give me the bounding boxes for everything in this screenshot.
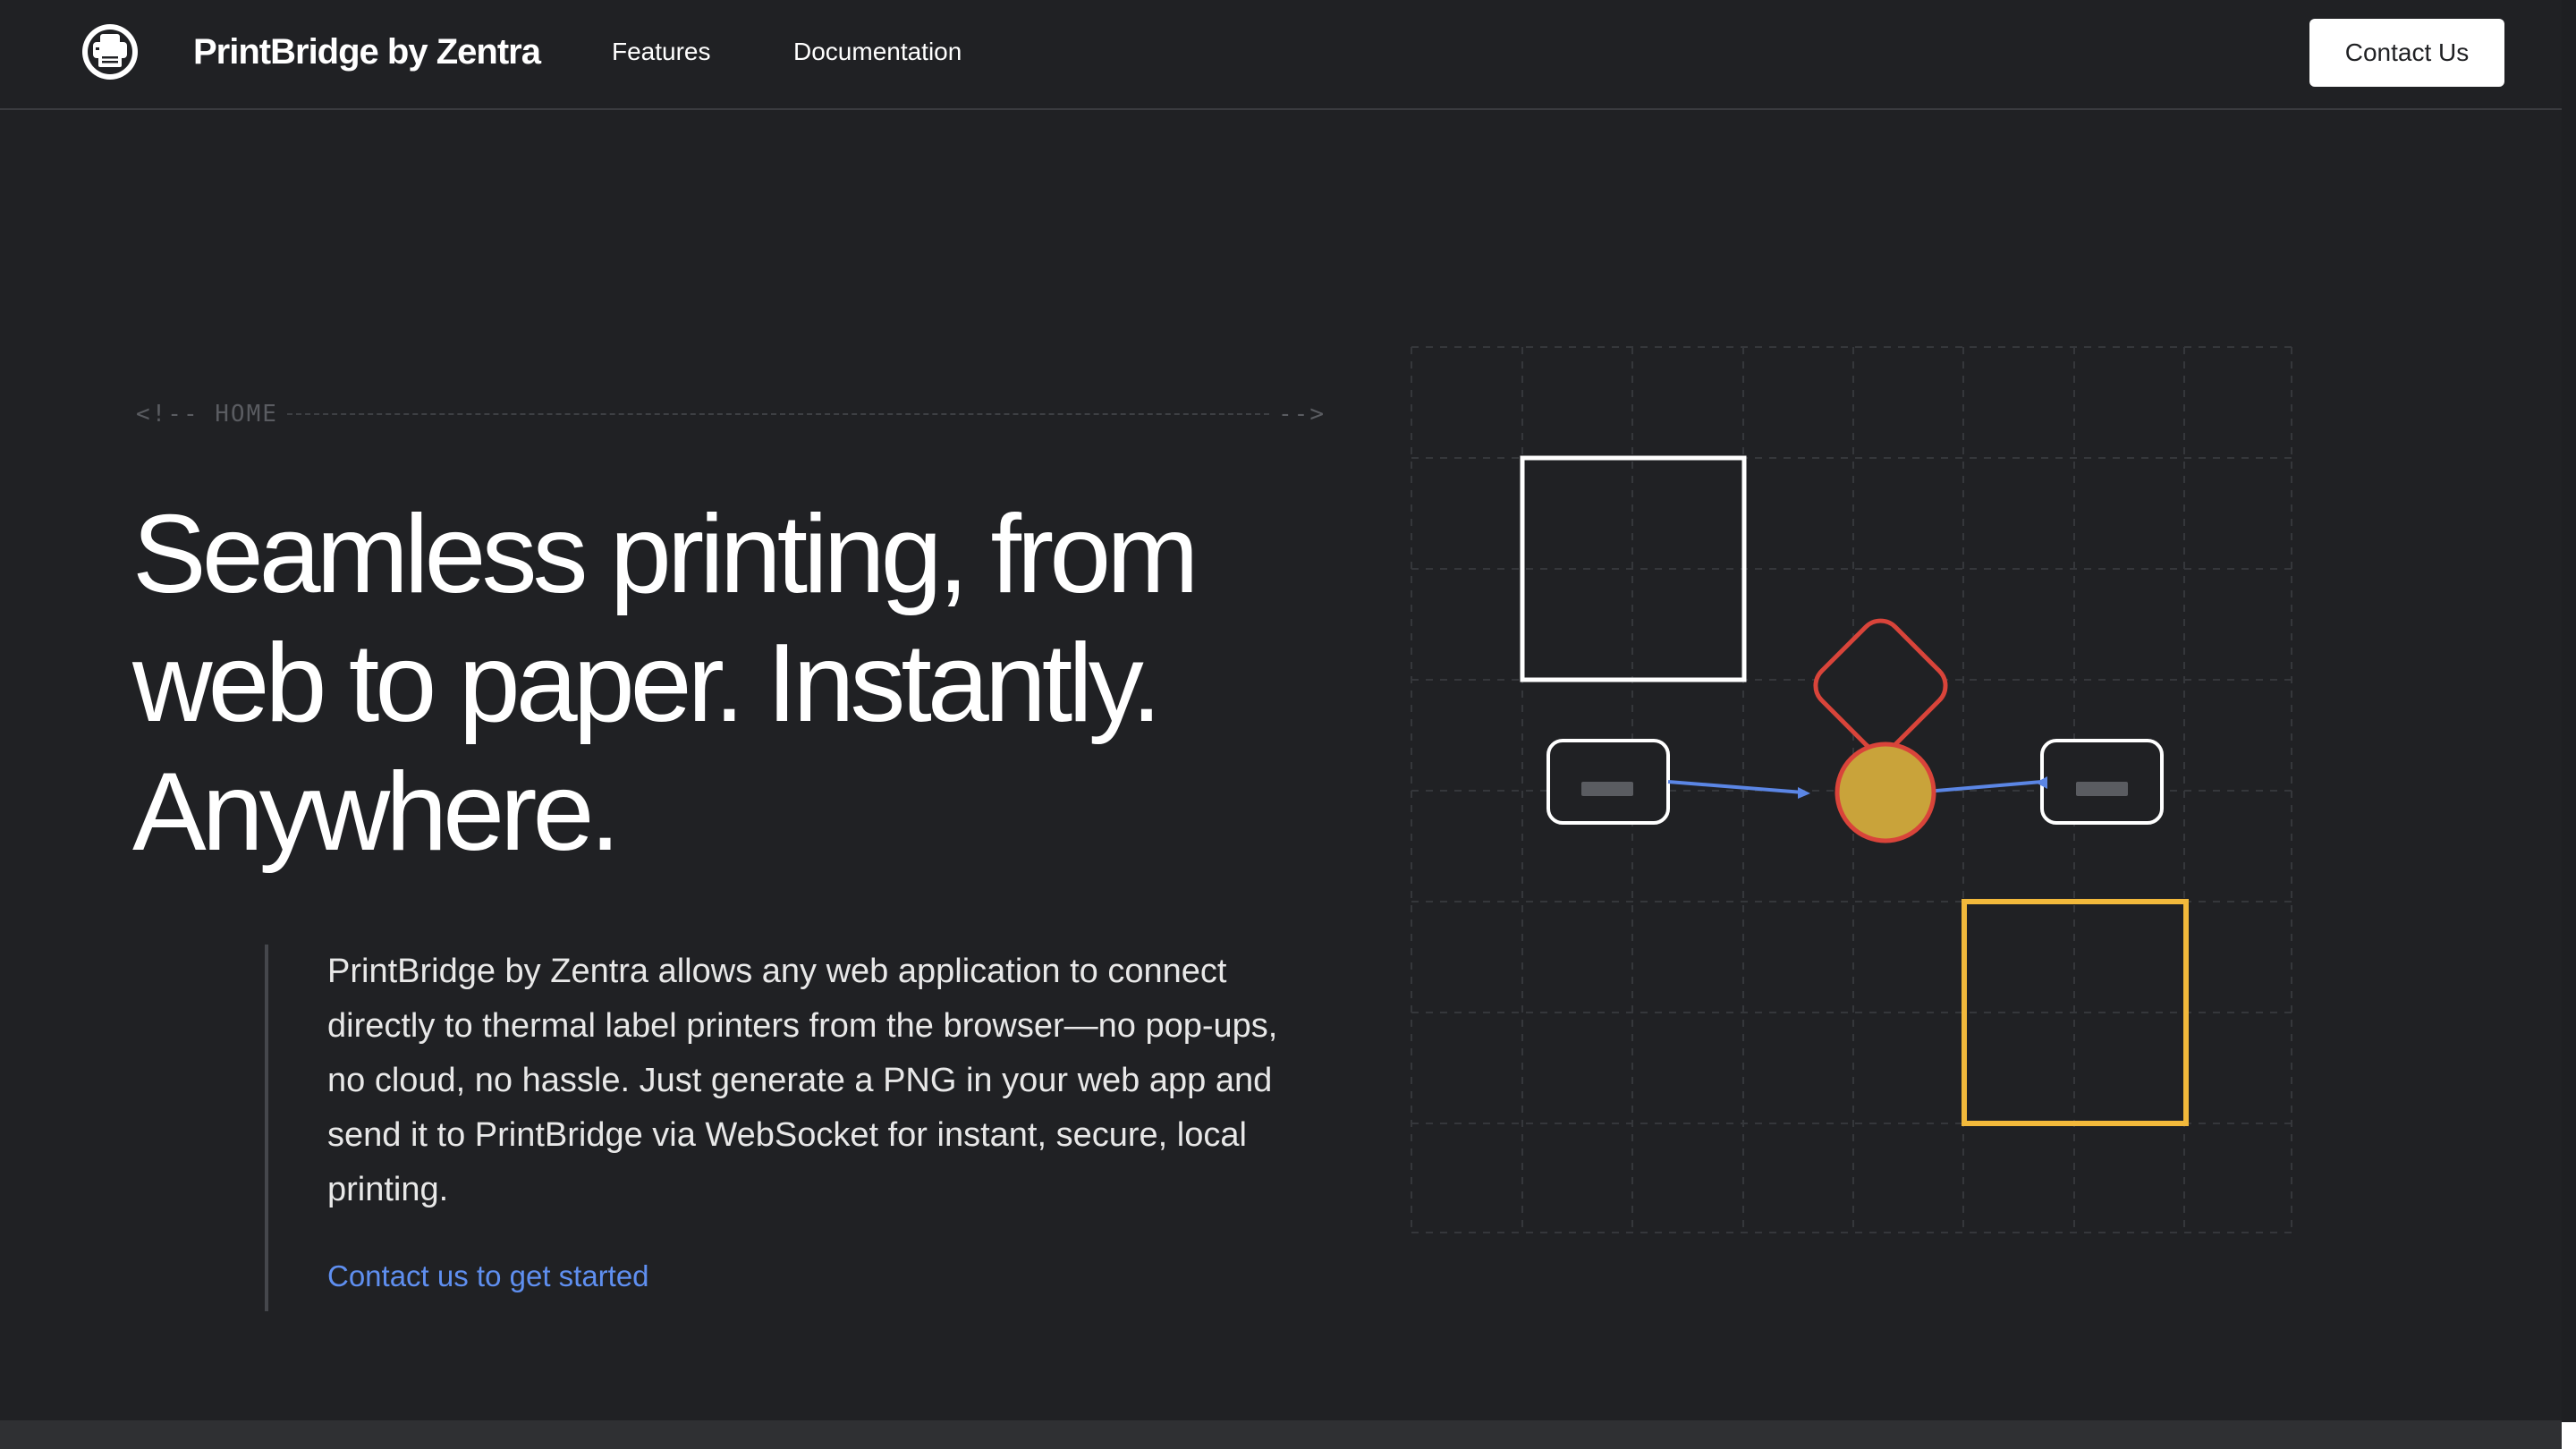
nav-link-features[interactable]: Features: [612, 38, 711, 66]
contact-cta-link[interactable]: Contact us to get started: [327, 1259, 649, 1293]
hero-description: PrintBridge by Zentra allows any web app…: [327, 953, 1278, 1208]
nav-link-documentation[interactable]: Documentation: [793, 38, 962, 66]
printer-logo-icon[interactable]: [80, 22, 140, 81]
vertical-scrollbar-thumb[interactable]: [2562, 0, 2576, 1422]
printing-flow-diagram: [1411, 346, 2292, 1233]
hero-description-block: PrintBridge by Zentra allows any web app…: [265, 945, 1329, 1311]
hub-node: [1813, 618, 1948, 843]
page: PrintBridge by Zentra Features Documenta…: [0, 0, 2576, 1449]
contact-us-button[interactable]: Contact Us: [2309, 19, 2504, 87]
left-printer-node: [1546, 739, 1670, 825]
brand-name[interactable]: PrintBridge by Zentra: [193, 32, 541, 72]
section-tag-home: <!-- HOME -->: [136, 399, 1326, 429]
right-printer-node: [2040, 739, 2164, 825]
section-tag-rule: [286, 413, 1270, 415]
section-tag-open: <!-- HOME: [136, 401, 278, 428]
section-tag-close: -->: [1278, 401, 1326, 428]
horizontal-scrollbar[interactable]: [0, 1420, 2562, 1449]
top-nav: PrintBridge by Zentra Features Documenta…: [0, 0, 2562, 110]
hero-headline: Seamless printing, from web to paper. In…: [132, 493, 1199, 874]
